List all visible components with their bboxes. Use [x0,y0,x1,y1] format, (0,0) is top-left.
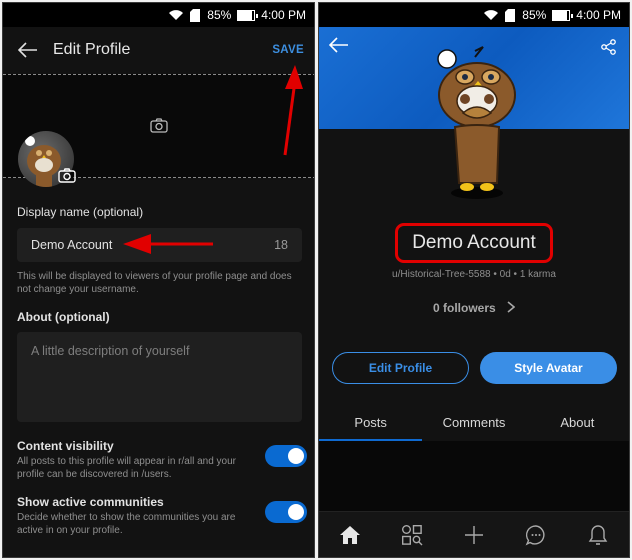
style-avatar-button[interactable]: Style Avatar [480,352,617,384]
nav-notifications[interactable] [578,515,618,555]
display-name-value: Demo Account [31,238,113,252]
discover-icon [402,524,423,545]
tab-about[interactable]: About [526,403,629,441]
about-label: About (optional) [17,310,110,324]
back-arrow-icon [328,37,348,53]
battery-percent: 85% [522,8,547,22]
about-textarea[interactable]: A little description of yourself [17,332,302,422]
back-button[interactable] [328,37,349,58]
content-visibility-setting: Content visibility All posts to this pro… [17,439,307,481]
display-name-label: Display name (optional) [17,205,144,219]
nav-create[interactable] [454,515,494,555]
clock: 4:00 PM [261,8,306,22]
active-communities-toggle[interactable] [265,501,307,523]
edit-profile-screen: 85% 4:00 PM Edit Profile SAVE Display na… [2,2,315,558]
nav-home[interactable] [330,515,370,555]
top-bar: Edit Profile SAVE [3,27,314,73]
setting-description: Decide whether to show the communities y… [17,512,236,536]
char-counter: 18 [274,238,288,252]
battery-icon [237,9,259,21]
profile-screen: 85% 4:00 PM Demo Account u/Historical-Tr… [318,2,630,558]
active-communities-setting: Show active communities Decide whether t… [17,495,307,537]
profile-tabs: Posts Comments About [319,403,629,441]
display-name-text: Demo Account [395,223,553,263]
nav-chat[interactable] [516,515,556,555]
nav-discover[interactable] [392,515,432,555]
tab-comments[interactable]: Comments [422,403,525,441]
save-button[interactable]: SAVE [272,44,304,56]
status-bar: 85% 4:00 PM [3,3,314,27]
posts-feed [319,441,629,513]
wifi-icon [168,9,184,21]
chat-icon [525,524,545,545]
camera-icon [150,118,168,138]
back-arrow-icon [18,42,37,58]
setting-description: All posts to this profile will appear in… [17,456,236,480]
setting-title: Content visibility [17,439,114,453]
setting-title: Show active communities [17,495,164,509]
battery-percent: 85% [207,8,232,22]
back-button[interactable] [13,35,43,65]
sd-card-icon [190,8,201,22]
clock: 4:00 PM [576,8,621,22]
share-icon [601,39,616,55]
display-name-help: This will be displayed to viewers of you… [17,271,292,295]
display-name-input[interactable]: Demo Account 18 [17,228,302,262]
create-icon [465,525,483,544]
followers-link[interactable]: 0 followers [319,301,629,316]
profile-display-name: Demo Account [319,223,629,263]
bottom-nav [319,511,629,557]
notifications-icon [588,524,608,545]
owl-avatar-image [437,46,516,199]
page-title: Edit Profile [53,41,131,58]
sd-card-icon [505,8,516,22]
battery-icon [552,9,574,21]
content-visibility-toggle[interactable] [265,445,307,467]
profile-meta: u/Historical-Tree-5588 • 0d • 1 karma [392,269,556,280]
home-icon [340,525,360,544]
followers-count: 0 followers [432,301,496,315]
chevron-right-icon [507,301,516,316]
wifi-icon [483,9,499,21]
edit-profile-button[interactable]: Edit Profile [332,352,469,384]
status-bar: 85% 4:00 PM [319,3,629,27]
share-button[interactable] [601,39,617,60]
avatar-camera-icon[interactable] [58,168,76,188]
tab-posts[interactable]: Posts [319,403,423,441]
